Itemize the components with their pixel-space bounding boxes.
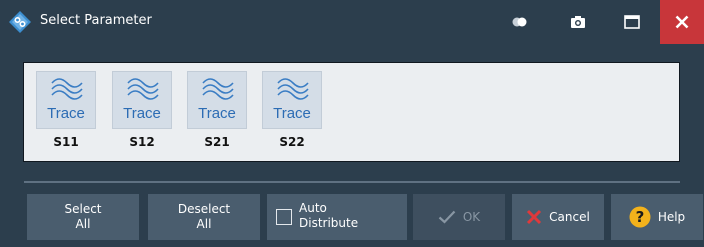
help-label: Help <box>657 210 686 224</box>
toggle-icon <box>512 17 527 27</box>
trace-tile-s22[interactable]: Trace <box>262 71 322 129</box>
select-all-button[interactable]: Select All <box>27 194 139 240</box>
trace-caption-s22: S22 <box>279 135 305 149</box>
trace-wave-icon <box>127 78 159 100</box>
close-icon <box>675 15 689 29</box>
trace-tile-s21[interactable]: Trace <box>187 71 247 129</box>
auto-distribute-line2: Distribute <box>299 216 359 230</box>
ok-label: OK <box>462 210 481 224</box>
trace-caption-s21: S21 <box>204 135 230 149</box>
close-button[interactable] <box>660 0 704 44</box>
trace-wave-icon <box>277 78 309 100</box>
trace-selection-panel: Trace S11 Trace S12 Trace S21 Trace S22 <box>23 62 680 162</box>
ok-button[interactable]: OK <box>413 194 505 240</box>
help-icon: ? <box>629 206 651 228</box>
svg-text:?: ? <box>635 208 644 226</box>
trace-icon-label: Trace <box>47 105 85 122</box>
deselect-all-line1: Deselect <box>177 202 231 216</box>
cross-icon <box>527 209 542 225</box>
cancel-label: Cancel <box>549 210 590 224</box>
trace-wave-icon <box>202 78 234 100</box>
maximize-icon <box>624 15 640 29</box>
trace-tile-s12[interactable]: Trace <box>112 71 172 129</box>
trace-caption-s12: S12 <box>129 135 155 149</box>
trace-icon-label: Trace <box>123 105 161 122</box>
trace-caption-s11: S11 <box>53 135 79 149</box>
select-all-line2: All <box>75 217 91 231</box>
deselect-all-button[interactable]: Deselect All <box>148 194 260 240</box>
divider <box>24 181 680 183</box>
auto-distribute-line1: Auto <box>299 201 327 215</box>
auto-distribute-label: Auto Distribute <box>299 201 358 231</box>
checkmark-icon <box>438 210 456 224</box>
camera-icon <box>571 16 585 28</box>
title-bar: Select Parameter <box>0 0 704 44</box>
trace-icon-label: Trace <box>273 105 311 122</box>
auto-distribute-checkbox[interactable] <box>276 209 292 225</box>
maximize-button[interactable] <box>610 0 654 44</box>
screenshot-button[interactable] <box>556 0 600 44</box>
toggle-button[interactable] <box>498 0 542 44</box>
trace-tile-s11[interactable]: Trace <box>36 71 96 129</box>
select-all-line1: Select <box>64 202 102 216</box>
cancel-button[interactable]: Cancel <box>512 194 604 240</box>
deselect-all-line2: All <box>196 217 212 231</box>
trace-wave-icon <box>51 78 83 100</box>
auto-distribute-toggle[interactable]: Auto Distribute <box>267 194 407 240</box>
rohde-schwarz-logo-icon <box>9 11 31 33</box>
trace-icon-label: Trace <box>198 105 236 122</box>
help-button[interactable]: ? Help <box>611 194 703 240</box>
window-title: Select Parameter <box>40 13 152 28</box>
